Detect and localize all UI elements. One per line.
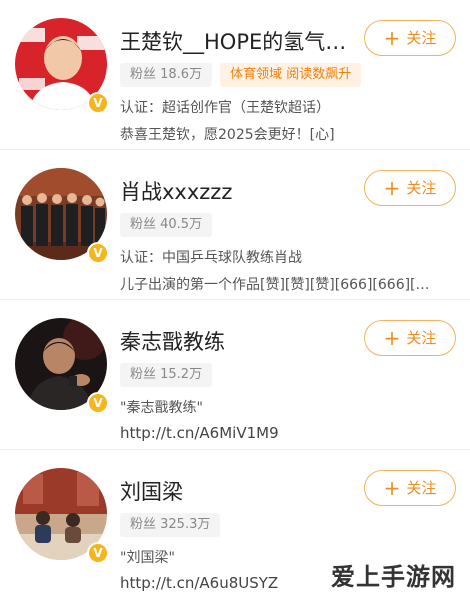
verified-badge-icon: V — [87, 92, 109, 114]
user-tags: 粉丝 325.3万 — [120, 513, 228, 537]
fans-count: 粉丝 325.3万 — [120, 513, 221, 537]
user-name[interactable]: 刘国梁 — [120, 476, 360, 506]
user-row[interactable]: V 王楚钦__HOPE的氢气球… 粉丝 18.6万 体育领域 阅读数飙升 认证：超… — [0, 0, 470, 150]
follow-button[interactable]: + 关注 — [364, 170, 456, 206]
latest-post: 儿子出演的第一个作品[赞][赞][赞][666][666][… — [120, 277, 430, 293]
verified-badge-icon: V — [87, 542, 109, 564]
verification-text: "刘国梁" — [120, 550, 175, 566]
verification-text: "秦志戬教练" — [120, 400, 203, 416]
follow-button[interactable]: + 关注 — [364, 20, 456, 56]
verification-text: 认证：中国乒乓球队教练肖战 — [120, 250, 302, 266]
user-name[interactable]: 王楚钦__HOPE的氢气球… — [120, 26, 360, 56]
plus-icon: + — [383, 326, 401, 350]
user-search-results: V 王楚钦__HOPE的氢气球… 粉丝 18.6万 体育领域 阅读数飙升 认证：超… — [0, 0, 470, 600]
hot-tag: 体育领域 阅读数飙升 — [220, 63, 362, 87]
profile-link[interactable]: http://t.cn/A6MiV1M9 — [120, 424, 465, 442]
user-tags: 粉丝 40.5万 — [120, 213, 220, 237]
verified-badge-icon: V — [87, 242, 109, 264]
follow-button[interactable]: + 关注 — [364, 320, 456, 356]
fans-count: 粉丝 15.2万 — [120, 363, 213, 387]
user-tags: 粉丝 18.6万 体育领域 阅读数飙升 — [120, 63, 369, 87]
plus-icon: + — [383, 176, 401, 200]
follow-label: 关注 — [406, 29, 437, 47]
follow-label: 关注 — [406, 179, 437, 197]
site-watermark: 爱上手游网 — [331, 563, 456, 591]
fans-count: 粉丝 40.5万 — [120, 213, 213, 237]
verified-badge-icon: V — [87, 392, 109, 414]
user-row[interactable]: V 秦志戬教练 粉丝 15.2万 "秦志戬教练" http://t.cn/A6M… — [0, 300, 470, 450]
follow-label: 关注 — [406, 479, 437, 497]
verification-text: 认证：超话创作官（王楚钦超话） — [120, 100, 330, 116]
user-row[interactable]: V 肖战xxxzzz 粉丝 40.5万 认证：中国乒乓球队教练肖战 儿子出演的第… — [0, 150, 470, 300]
user-name[interactable]: 秦志戬教练 — [120, 326, 360, 356]
user-name[interactable]: 肖战xxxzzz — [120, 176, 360, 206]
follow-label: 关注 — [406, 329, 437, 347]
follow-button[interactable]: + 关注 — [364, 470, 456, 506]
user-tags: 粉丝 15.2万 — [120, 363, 220, 387]
latest-post: 恭喜王楚钦，愿2025会更好！[心] — [120, 127, 335, 143]
fans-count: 粉丝 18.6万 — [120, 63, 213, 87]
plus-icon: + — [383, 476, 401, 500]
plus-icon: + — [383, 26, 401, 50]
